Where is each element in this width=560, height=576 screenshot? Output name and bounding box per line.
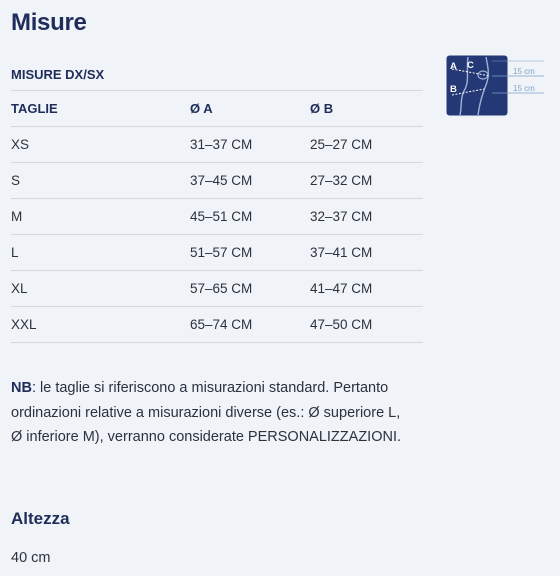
size-cell: XS (11, 126, 190, 163)
diameter-b-cell: 32–37 CM (310, 198, 423, 235)
table-row: XXL 65–74 CM 47–50 CM (11, 306, 423, 343)
label-c: C (467, 60, 474, 71)
diameter-a-cell: 57–65 CM (190, 270, 310, 307)
size-cell: S (11, 162, 190, 199)
header-diameter-b: Ø B (310, 90, 423, 127)
size-cell: L (11, 234, 190, 271)
size-table: MISURE DX/SX TAGLIE Ø A Ø B XS 31–37 CM … (11, 58, 423, 343)
height-value: 40 cm (11, 550, 51, 566)
table-caption-row: MISURE DX/SX (11, 58, 423, 91)
knee-measurement-diagram: A C B 15 cm 15 cm (446, 55, 544, 116)
table-header-row: TAGLIE Ø A Ø B (11, 90, 423, 127)
note-paragraph: NB: le taglie si riferiscono a misurazio… (11, 376, 411, 450)
table-row: S 37–45 CM 27–32 CM (11, 162, 423, 199)
header-size: TAGLIE (11, 90, 190, 127)
diameter-b-cell: 27–32 CM (310, 162, 423, 199)
diameter-a-cell: 31–37 CM (190, 126, 310, 163)
table-caption: MISURE DX/SX (11, 58, 423, 91)
table-row: XS 31–37 CM 25–27 CM (11, 126, 423, 163)
diameter-b-cell: 41–47 CM (310, 270, 423, 307)
size-cell: XXL (11, 306, 190, 343)
diameter-a-cell: 65–74 CM (190, 306, 310, 343)
note-prefix: NB (11, 380, 32, 396)
label-b: B (450, 84, 457, 95)
header-diameter-a: Ø A (190, 90, 310, 127)
table-row: M 45–51 CM 32–37 CM (11, 198, 423, 235)
size-cell: XL (11, 270, 190, 307)
diameter-b-cell: 25–27 CM (310, 126, 423, 163)
height-title: Altezza (11, 509, 70, 528)
measure-bottom-label: 15 cm (513, 84, 535, 93)
table-row: XL 57–65 CM 41–47 CM (11, 270, 423, 307)
diameter-a-cell: 45–51 CM (190, 198, 310, 235)
table-row: L 51–57 CM 37–41 CM (11, 234, 423, 271)
note-text: : le taglie si riferiscono a misurazioni… (11, 380, 402, 445)
page-title: Misure (11, 9, 87, 36)
size-cell: M (11, 198, 190, 235)
diameter-b-cell: 47–50 CM (310, 306, 423, 343)
measure-top-label: 15 cm (513, 67, 535, 76)
label-a: A (450, 61, 457, 72)
diameter-a-cell: 51–57 CM (190, 234, 310, 271)
diameter-b-cell: 37–41 CM (310, 234, 423, 271)
diameter-a-cell: 37–45 CM (190, 162, 310, 199)
